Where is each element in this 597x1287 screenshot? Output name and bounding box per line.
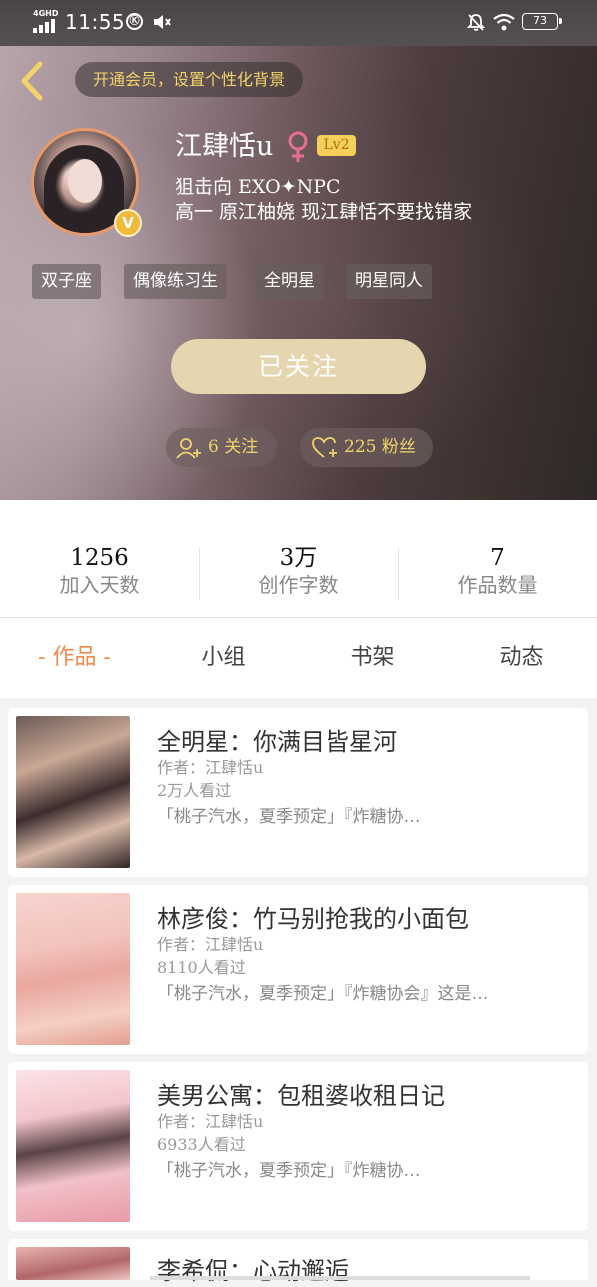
clock: 11:55 [65,10,126,34]
stat-works-value: 7 [490,545,505,571]
work-author: 作者：江肆恬u [157,1112,264,1131]
status-bar: 4GHD 11:55 Ⓚ 73 [0,0,597,46]
divider [398,548,399,600]
scroll-indicator [150,1276,530,1280]
divider [199,548,200,600]
work-author: 作者：江肆恬u [157,758,264,777]
mute-icon [154,15,171,29]
stat-days: 1256 加入天数 [0,544,199,598]
work-item[interactable]: 全明星：你满目皆星河 作者：江肆恬u 2万人看过 「桃子汽水，夏季预定」『炸糖协… [8,708,588,877]
stat-days-label: 加入天数 [59,573,140,597]
work-title: 林彦俊：竹马别抢我的小面包 [157,905,469,933]
bio-line-1: 狙击向 EXO✦NPC [175,176,341,198]
tag-trainee: 偶像练习生 [124,264,227,299]
work-cover [16,716,130,868]
work-views: 8110人看过 [157,958,246,977]
followers-count: 225 粉丝 [344,437,416,457]
work-cover [16,1247,130,1280]
battery-icon: 73 [522,13,562,30]
tab-works[interactable]: - 作品 - [0,640,149,676]
stats-panel: 1256 加入天数 3万 创作字数 7 作品数量 [0,500,597,617]
work-author: 作者：江肆恬u [157,935,264,954]
tab-bookshelf[interactable]: 书架 [298,640,447,676]
tab-groups[interactable]: 小组 [149,640,298,676]
work-views: 2万人看过 [157,781,232,800]
tag-all-stars: 全明星 [255,264,324,299]
stat-days-value: 1256 [70,545,129,571]
work-description: 「桃子汽水，夏季预定」『炸糖协会』这是… [157,984,489,1004]
heart-plus-icon [312,437,337,458]
work-cover [16,893,130,1045]
data-saver-icon: Ⓚ [126,13,143,30]
set-background-button[interactable]: 开通会员，设置个性化背景 [75,62,304,97]
work-title: 全明星：你满目皆星河 [157,728,397,756]
back-button[interactable] [16,60,48,102]
stat-works: 7 作品数量 [398,544,597,598]
profile-header: 4GHD 11:55 Ⓚ 73 开通会员，设置个性化背景 V 江肆恬u Lv2 … [0,0,597,500]
verified-badge: V [114,209,142,237]
work-item[interactable]: 李希侃：心动邂逅 [8,1239,588,1285]
stat-works-label: 作品数量 [457,573,538,597]
level-badge: Lv2 [317,135,356,156]
notifications-off-icon [466,14,486,31]
network-type: 4GHD [33,9,59,18]
profile-tabs: - 作品 - 小组 书架 动态 [0,618,597,698]
work-description: 「桃子汽水，夏季预定」『炸糖协… [157,807,421,827]
work-cover [16,1070,130,1222]
work-title: 美男公寓：包租婆收租日记 [157,1082,445,1110]
signal-icon [33,19,59,33]
stat-words-value: 3万 [279,545,318,571]
work-description: 「桃子汽水，夏季预定」『炸糖协… [157,1161,421,1181]
following-button[interactable]: 6 关注 [166,428,277,467]
tab-activity[interactable]: 动态 [447,640,596,676]
followed-button[interactable]: 已关注 [171,339,426,394]
tag-zodiac: 双子座 [32,264,101,299]
work-item[interactable]: 林彦俊：竹马别抢我的小面包 作者：江肆恬u 8110人看过 「桃子汽水，夏季预定… [8,885,588,1054]
work-title: 李希侃：心动邂逅 [157,1257,349,1285]
bio-line-2: 高一 原江柚娆 现江肆恬不要找错家 [175,201,473,223]
work-item[interactable]: 美男公寓：包租婆收租日记 作者：江肆恬u 6933人看过 「桃子汽水，夏季预定」… [8,1062,588,1231]
following-count: 6 关注 [208,437,259,457]
stat-words: 3万 创作字数 [199,544,398,598]
stat-words-label: 创作字数 [258,573,339,597]
username: 江肆恬u [175,131,274,162]
wifi-icon [493,13,515,31]
work-views: 6933人看过 [157,1135,246,1154]
tag-star-fanfic: 明星同人 [346,264,432,299]
add-person-icon [176,438,201,459]
female-icon [288,131,308,162]
followers-button[interactable]: 225 粉丝 [300,428,433,467]
